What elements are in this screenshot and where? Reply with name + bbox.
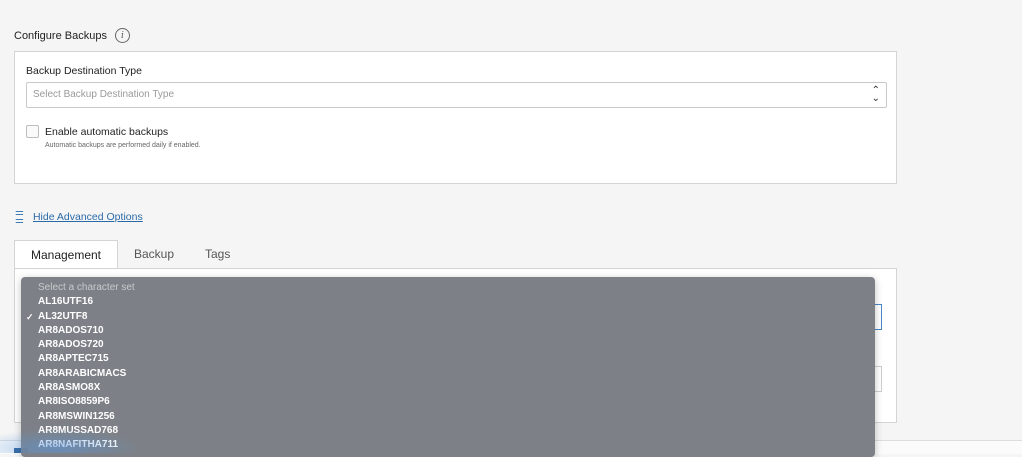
option-ar8mswin1256[interactable]: AR8MSWIN1256	[21, 410, 875, 424]
enable-automatic-backups-checkbox[interactable]	[26, 125, 39, 138]
option-ar8ados710[interactable]: AR8ADOS710	[21, 324, 875, 338]
enable-automatic-backups-label[interactable]: Enable automatic backups	[45, 126, 168, 138]
automatic-backups-help-text: Automatic backups are performed daily if…	[45, 142, 201, 149]
backup-destination-select[interactable]: Select Backup Destination Type ⌃ ⌄	[26, 82, 887, 108]
option-ar8mussad768[interactable]: AR8MUSSAD768	[21, 424, 875, 438]
info-icon[interactable]: i	[114, 28, 130, 43]
updown-chevron-icon: ⌃ ⌄	[871, 85, 880, 104]
checkmark-icon: ✓	[26, 311, 34, 322]
hide-advanced-options-label[interactable]: Hide Advanced Options	[33, 211, 143, 223]
section-title: Configure Backups	[14, 29, 107, 42]
option-ar8asmo8x[interactable]: AR8ASMO8X	[21, 381, 875, 395]
character-set-options: Select a character set AL16UTF16 ✓ AL32U…	[21, 281, 875, 453]
option-ar8arabicmacs[interactable]: AR8ARABICMACS	[21, 367, 875, 381]
backup-destination-label: Backup Destination Type	[26, 65, 142, 77]
national-character-set-select-edge[interactable]	[874, 366, 882, 392]
character-set-placeholder: Select a character set	[38, 282, 135, 293]
backup-destination-placeholder: Select Backup Destination Type	[33, 89, 175, 100]
option-ar8ados720[interactable]: AR8ADOS720	[21, 338, 875, 352]
character-set-select-edge[interactable]	[874, 304, 882, 330]
backup-config-panel: Backup Destination Type Select Backup De…	[14, 51, 897, 184]
advanced-tabs: Management Backup Tags	[14, 240, 897, 270]
sliders-icon: ⚌ ⚌	[15, 207, 24, 226]
option-al16utf16[interactable]: AL16UTF16	[21, 295, 875, 309]
character-set-dropdown[interactable]: Select a character set AL16UTF16 ✓ AL32U…	[21, 277, 875, 457]
option-ar8aptec715[interactable]: AR8APTEC715	[21, 352, 875, 366]
option-ar8iso8859p6[interactable]: AR8ISO8859P6	[21, 395, 875, 409]
tab-backup[interactable]: Backup	[134, 240, 174, 269]
option-label: AL32UTF8	[38, 310, 88, 322]
tab-management[interactable]: Management	[14, 240, 118, 270]
option-ar8nafitha711[interactable]: AR8NAFITHA711	[21, 438, 875, 452]
tab-tags[interactable]: Tags	[205, 240, 230, 269]
configure-backups-header: Configure Backups i	[14, 28, 130, 43]
hide-advanced-options-link[interactable]: ⚌ ⚌ Hide Advanced Options	[15, 207, 143, 226]
option-al32utf8-selected[interactable]: ✓ AL32UTF8	[21, 310, 875, 324]
